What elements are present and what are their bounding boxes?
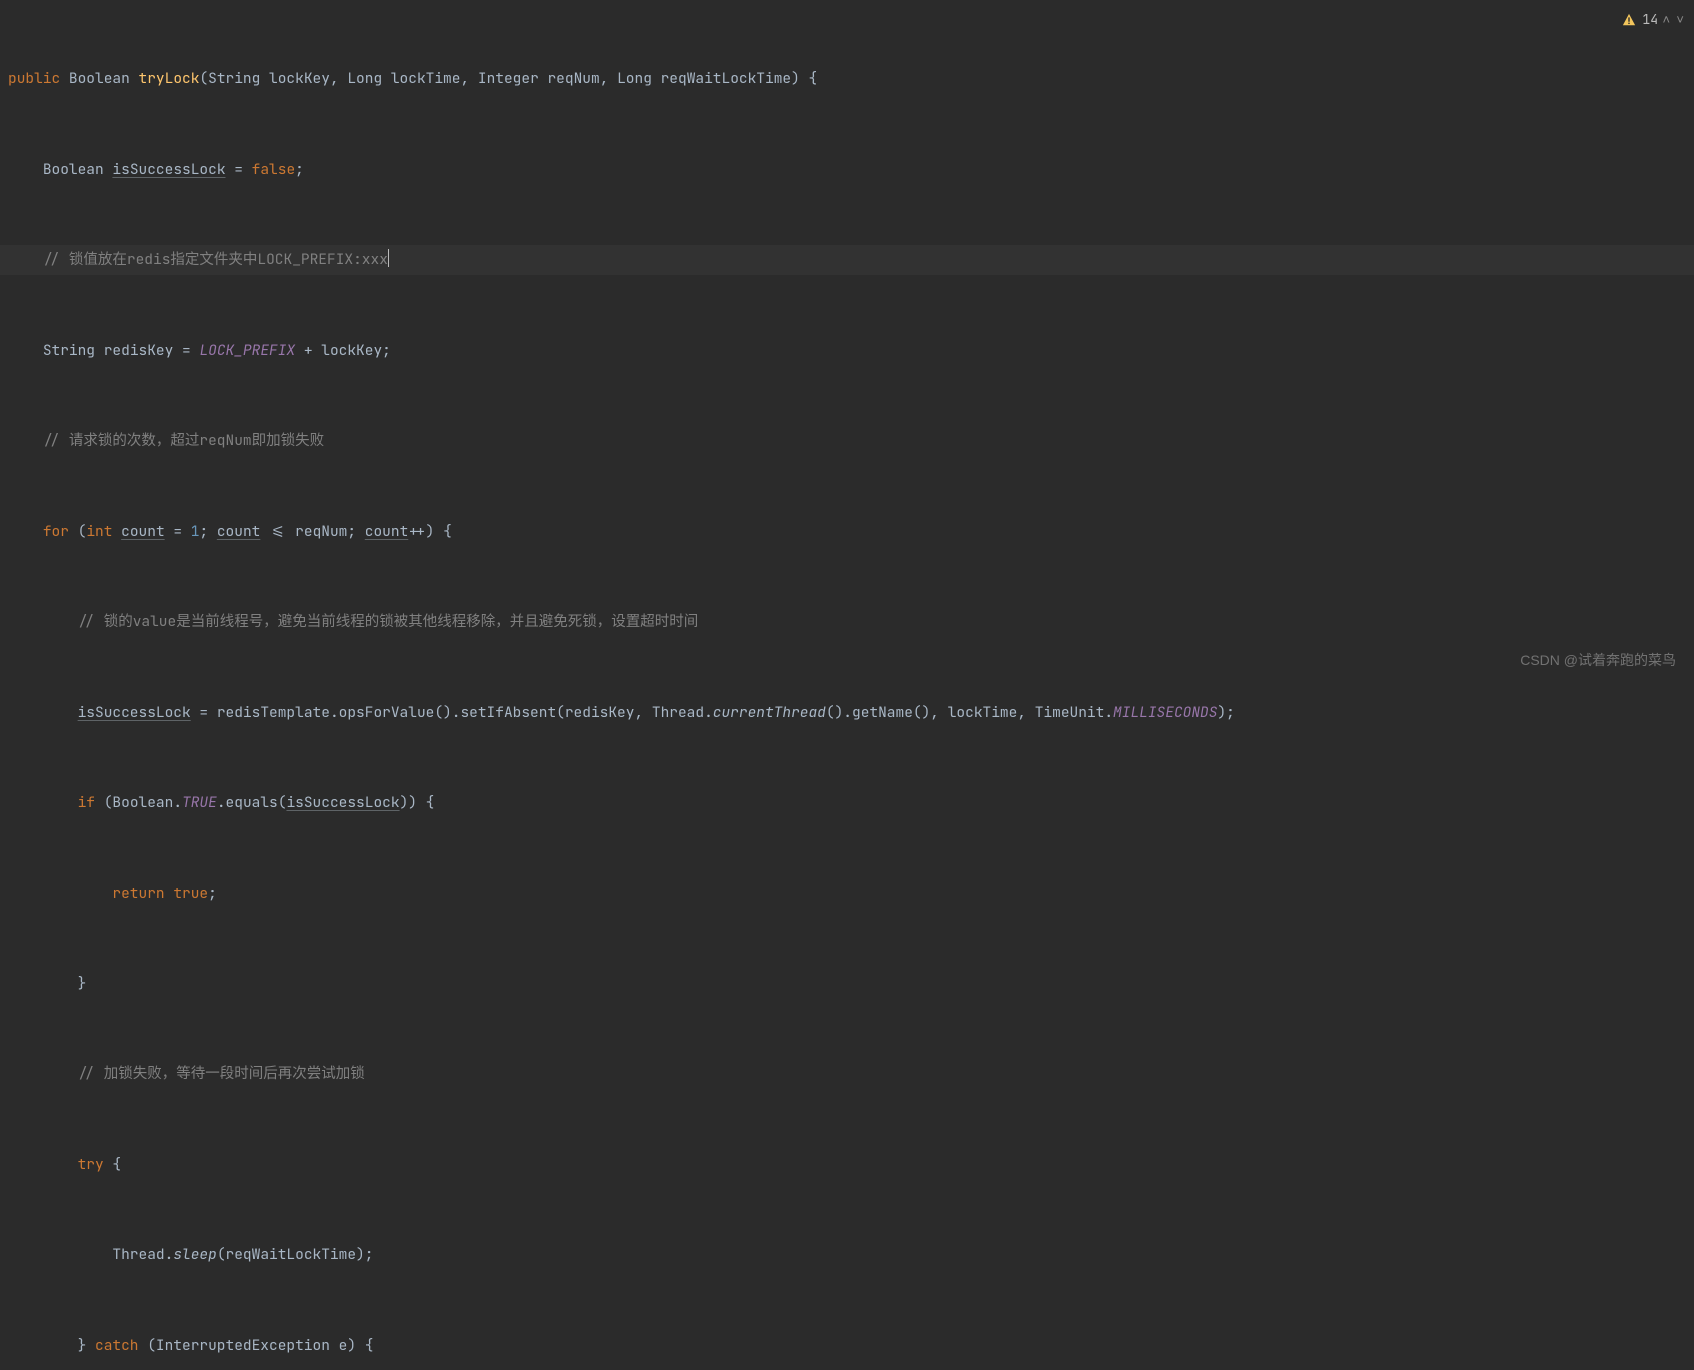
param-name: reqNum	[547, 69, 599, 88]
local-var: isSuccessLock	[78, 703, 191, 722]
method-call: opsForValue	[339, 703, 435, 722]
number: 1	[191, 522, 200, 541]
keyword-public: public	[8, 69, 60, 88]
type-boolean: Boolean	[69, 69, 130, 88]
code-line[interactable]: for (int count = 1; count <= reqNum; cou…	[0, 517, 1694, 547]
param-name: lockKey	[269, 69, 330, 88]
code-line[interactable]: }	[0, 969, 1694, 999]
inspection-nav[interactable]: ˄ ˅	[1662, 6, 1686, 33]
keyword-catch: catch	[95, 1336, 139, 1355]
loop-var: count	[121, 522, 165, 541]
chevron-down-icon[interactable]: ˅	[1676, 6, 1686, 33]
comment: // 锁值放在redis指定文件夹中LOCK_PREFIX:xxx	[43, 250, 388, 269]
identifier: reqNum	[295, 522, 347, 541]
param-type: Long	[617, 69, 652, 88]
warning-count: 14	[1642, 6, 1658, 33]
code-line[interactable]: isSuccessLock = redisTemplate.opsForValu…	[0, 698, 1694, 728]
identifier: lockKey	[321, 341, 382, 360]
constant: LOCK_PREFIX	[199, 341, 295, 360]
inspection-warning-badge[interactable]: 14	[1622, 6, 1658, 33]
param-type: Long	[347, 69, 382, 88]
param-type: String	[208, 69, 260, 88]
arg: lockTime	[948, 703, 1018, 722]
keyword-false: false	[252, 160, 296, 179]
code-line[interactable]: // 请求锁的次数，超过reqNum即加锁失败	[0, 426, 1694, 456]
code-line[interactable]: String redisKey = LOCK_PREFIX + lockKey;	[0, 336, 1694, 366]
keyword-if: if	[78, 793, 95, 812]
param-name: reqWaitLockTime	[661, 69, 792, 88]
constant-true: TRUE	[182, 793, 217, 812]
code-line[interactable]: if (Boolean.TRUE.equals(isSuccessLock)) …	[0, 788, 1694, 818]
keyword-try: try	[78, 1155, 104, 1174]
keyword-true: true	[173, 884, 208, 903]
comment: // 加锁失败，等待一段时间后再次尝试加锁	[78, 1064, 365, 1083]
keyword-for: for	[43, 522, 69, 541]
code-line[interactable]: } catch (InterruptedException e) {	[0, 1331, 1694, 1361]
method-call: equals	[226, 793, 278, 812]
exception-type: InterruptedException	[156, 1336, 330, 1355]
class-ref: Thread	[112, 1245, 164, 1264]
code-line[interactable]: Boolean isSuccessLock = false;	[0, 155, 1694, 185]
code-line[interactable]: public Boolean tryLock(String lockKey, L…	[0, 64, 1694, 94]
type-string: String	[43, 341, 95, 360]
arg: isSuccessLock	[286, 793, 399, 812]
local-var: redisKey	[104, 341, 174, 360]
warning-triangle-icon	[1622, 13, 1636, 27]
local-var: isSuccessLock	[112, 160, 225, 179]
param-type: Integer	[478, 69, 539, 88]
method-call: setIfAbsent	[460, 703, 556, 722]
watermark: CSDN @试着奔跑的菜鸟	[1520, 646, 1676, 675]
code-line[interactable]: // 锁的value是当前线程号，避免当前线程的锁被其他线程移除，并且避免死锁，…	[0, 607, 1694, 637]
enum-constant: MILLISECONDS	[1113, 703, 1217, 722]
code-editor[interactable]: public Boolean tryLock(String lockKey, L…	[0, 0, 1694, 1370]
class-ref: Boolean	[112, 793, 173, 812]
comment: // 请求锁的次数，超过reqNum即加锁失败	[43, 431, 324, 450]
exception-var: e	[339, 1336, 348, 1355]
field: redisTemplate	[217, 703, 330, 722]
method-call: getName	[852, 703, 913, 722]
method-name: tryLock	[139, 69, 200, 88]
type-boolean: Boolean	[43, 160, 104, 179]
keyword-int: int	[86, 522, 112, 541]
static-method: currentThread	[713, 703, 826, 722]
class-ref: TimeUnit	[1035, 703, 1105, 722]
code-line[interactable]: try {	[0, 1150, 1694, 1180]
param-name: lockTime	[391, 69, 461, 88]
arg: redisKey	[565, 703, 635, 722]
loop-var: count	[217, 522, 261, 541]
static-method: sleep	[173, 1245, 217, 1264]
loop-var: count	[365, 522, 409, 541]
operator: +	[304, 341, 313, 360]
chevron-up-icon[interactable]: ˄	[1662, 6, 1672, 33]
class-ref: Thread	[652, 703, 704, 722]
caret	[388, 249, 389, 267]
comment: // 锁的value是当前线程号，避免当前线程的锁被其他线程移除，并且避免死锁，…	[78, 612, 699, 631]
code-line[interactable]: // 加锁失败，等待一段时间后再次尝试加锁	[0, 1059, 1694, 1089]
arg: reqWaitLockTime	[226, 1245, 357, 1264]
code-line[interactable]: Thread.sleep(reqWaitLockTime);	[0, 1240, 1694, 1270]
keyword-return: return	[112, 884, 164, 903]
code-line-current[interactable]: // 锁值放在redis指定文件夹中LOCK_PREFIX:xxx	[0, 245, 1694, 275]
code-line[interactable]: return true;	[0, 879, 1694, 909]
